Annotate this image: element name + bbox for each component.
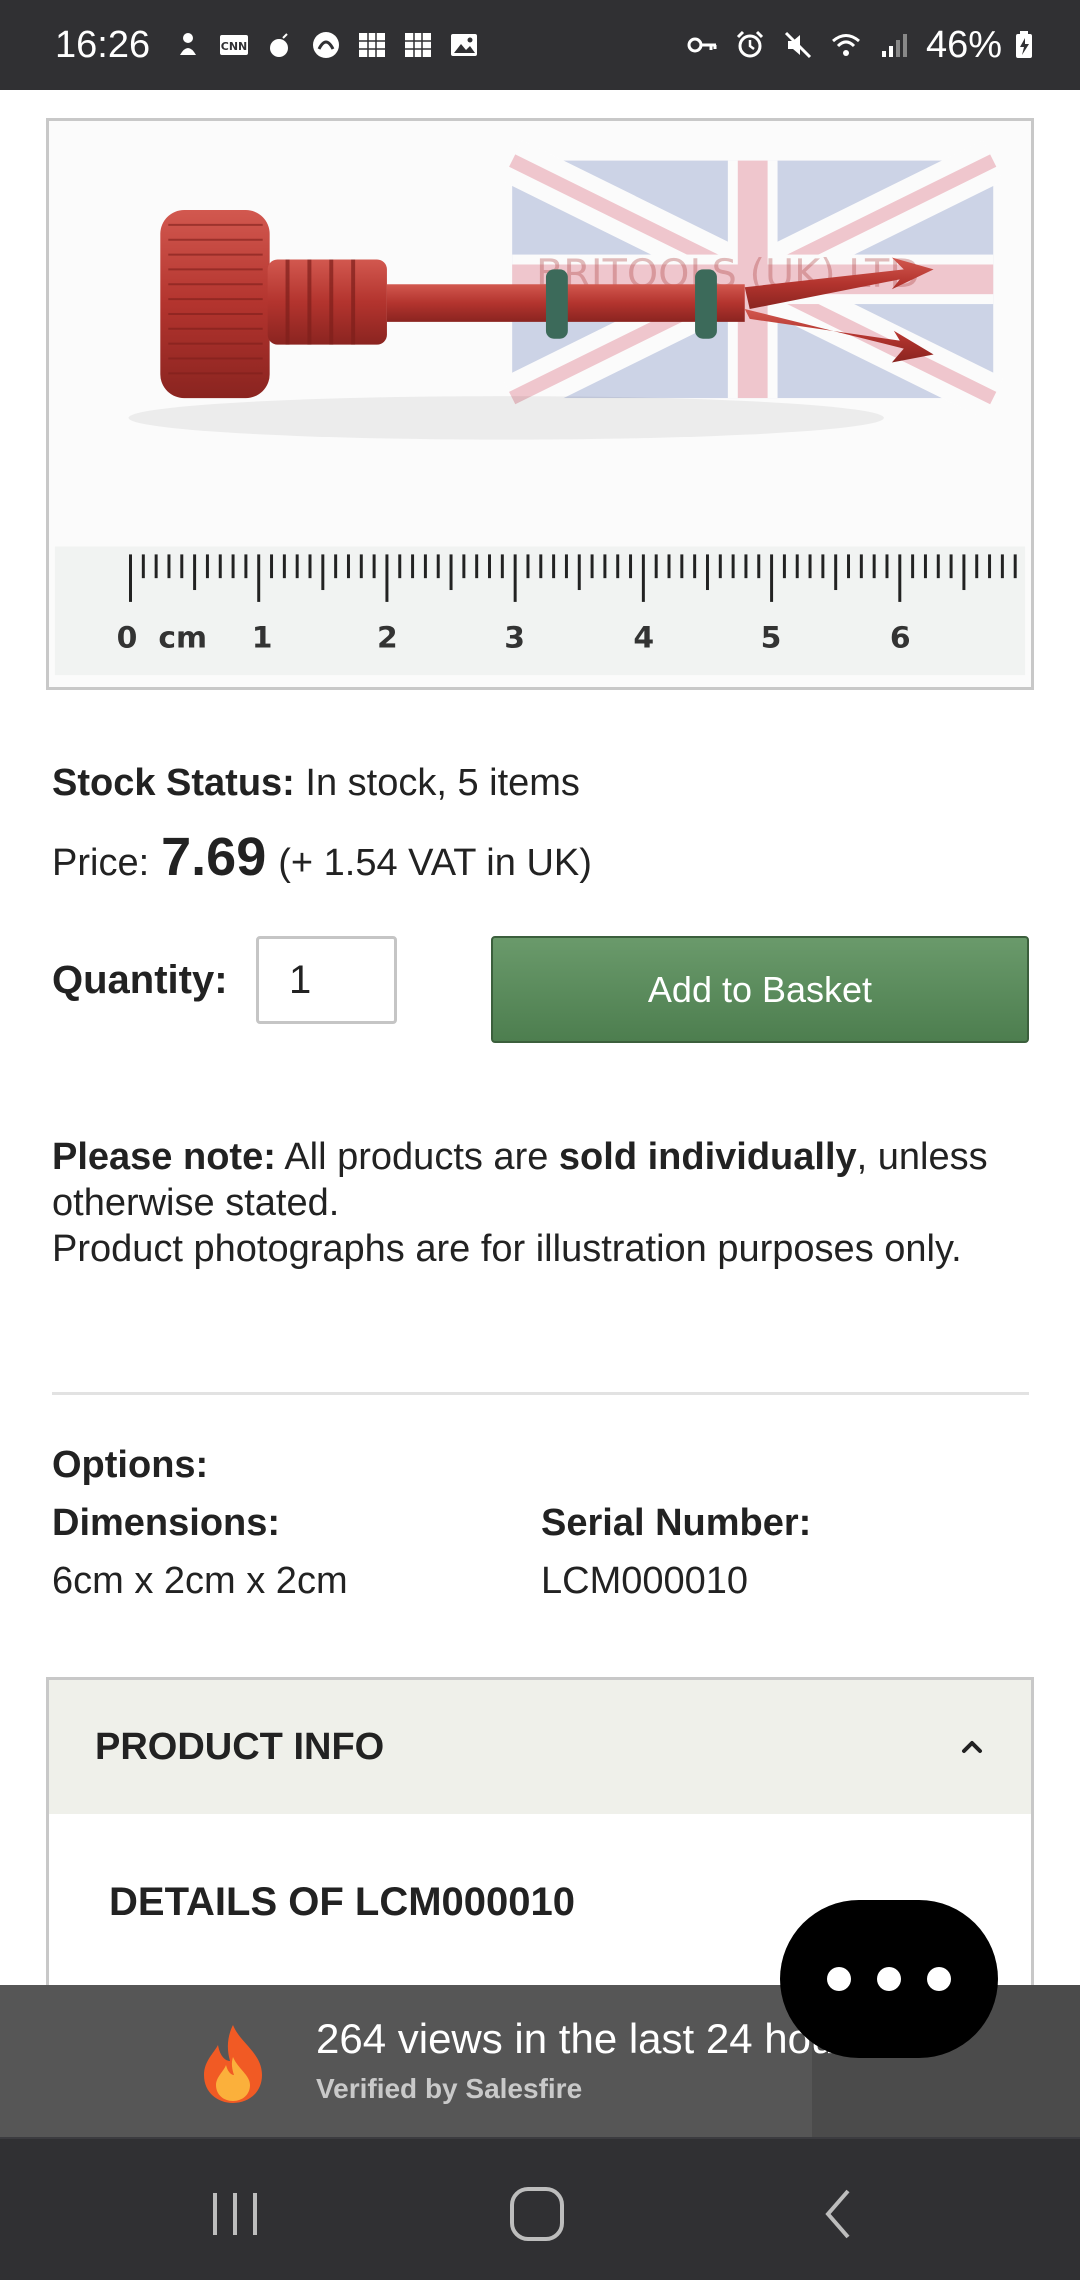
key-icon [686, 29, 718, 61]
chat-button[interactable] [780, 1900, 998, 2058]
person-icon [172, 29, 204, 61]
price-label: Price: [52, 842, 150, 884]
product-image[interactable]: BRITOOLS (UK) LTD 0 cm 1 2 3 4 5 6 [46, 118, 1034, 690]
wifi-icon [830, 29, 862, 61]
ruler-label: cm [158, 620, 207, 655]
flame-icon [204, 2025, 262, 2103]
alarm-icon [734, 29, 766, 61]
svg-text:CNN: CNN [221, 40, 248, 53]
verified-text: Verified by Salesfire [316, 2073, 583, 2104]
cnn-icon: CNN [218, 29, 250, 61]
grid-icon [402, 29, 434, 61]
ruler-label: 0 [117, 620, 138, 655]
chat-dot [827, 1967, 851, 1991]
dimensions-value: 6cm x 2cm x 2cm [52, 1560, 348, 1602]
ruler-label: 5 [761, 620, 782, 655]
sold-individually: sold individually [558, 1136, 857, 1178]
price-line: Price: 7.69 (+ 1.54 VAT in UK) [52, 826, 592, 888]
price-vat: (+ 1.54 VAT in UK) [278, 842, 592, 884]
stock-status-value: In stock, 5 items [305, 762, 580, 804]
product-note: Please note: All products are sold indiv… [52, 1134, 1042, 1272]
salesfire-panel: 264 views in the last 24 hou Verified by… [0, 1985, 834, 2137]
ruler-label: 4 [633, 620, 654, 655]
options-title: Options: [52, 1444, 209, 1486]
chevron-up-icon[interactable] [955, 1730, 989, 1764]
navigation-bar [0, 2137, 1080, 2280]
add-to-basket-button[interactable]: Add to Basket [491, 936, 1029, 1043]
recent-apps-icon[interactable] [200, 2179, 270, 2249]
quantity-label: Quantity: [52, 958, 228, 1002]
quantity-input[interactable] [256, 936, 397, 1024]
battery-icon [1008, 29, 1040, 61]
photo-disclaimer: Product photographs are for illustration… [52, 1228, 962, 1270]
image-icon [448, 29, 480, 61]
ruler-label: 1 [252, 620, 273, 655]
serial-number-value: LCM000010 [541, 1560, 749, 1602]
notification-icons: CNN [172, 29, 480, 61]
system-icons: 46% [686, 24, 1040, 67]
serial-number-label: Serial Number: [541, 1502, 812, 1544]
dimensions-label: Dimensions: [52, 1502, 281, 1544]
status-bar: 16:26 CNN 46% [0, 0, 1080, 90]
views-text: 264 views in the last 24 hou [316, 2015, 835, 2062]
please-note-label: Please note: [52, 1136, 276, 1178]
ruler-label: 2 [377, 620, 398, 655]
grid-icon [356, 29, 388, 61]
product-info-accordion[interactable]: PRODUCT INFO [46, 1677, 1034, 1817]
details-title: DETAILS OF LCM000010 [109, 1880, 576, 1924]
price-value: 7.69 [161, 827, 267, 887]
app-icon [310, 29, 342, 61]
battery-percent: 46% [925, 23, 1002, 66]
ruler-label: 3 [504, 620, 525, 655]
product-info-title: PRODUCT INFO [95, 1725, 385, 1768]
status-time: 16:26 [55, 23, 151, 66]
battery-indicator: 46% [926, 24, 1040, 67]
note-text: All products are [275, 1136, 559, 1178]
chat-dot [927, 1967, 951, 1991]
signal-icon [878, 29, 910, 61]
stock-status-label: Stock Status: [52, 762, 295, 804]
ruler-label: 6 [890, 620, 911, 655]
bomb-icon [264, 29, 296, 61]
mute-icon [782, 29, 814, 61]
back-icon[interactable] [804, 2179, 874, 2249]
chat-dot [877, 1967, 901, 1991]
stock-status: Stock Status: In stock, 5 items [52, 762, 580, 805]
divider [52, 1392, 1029, 1395]
home-icon[interactable] [502, 2179, 572, 2249]
